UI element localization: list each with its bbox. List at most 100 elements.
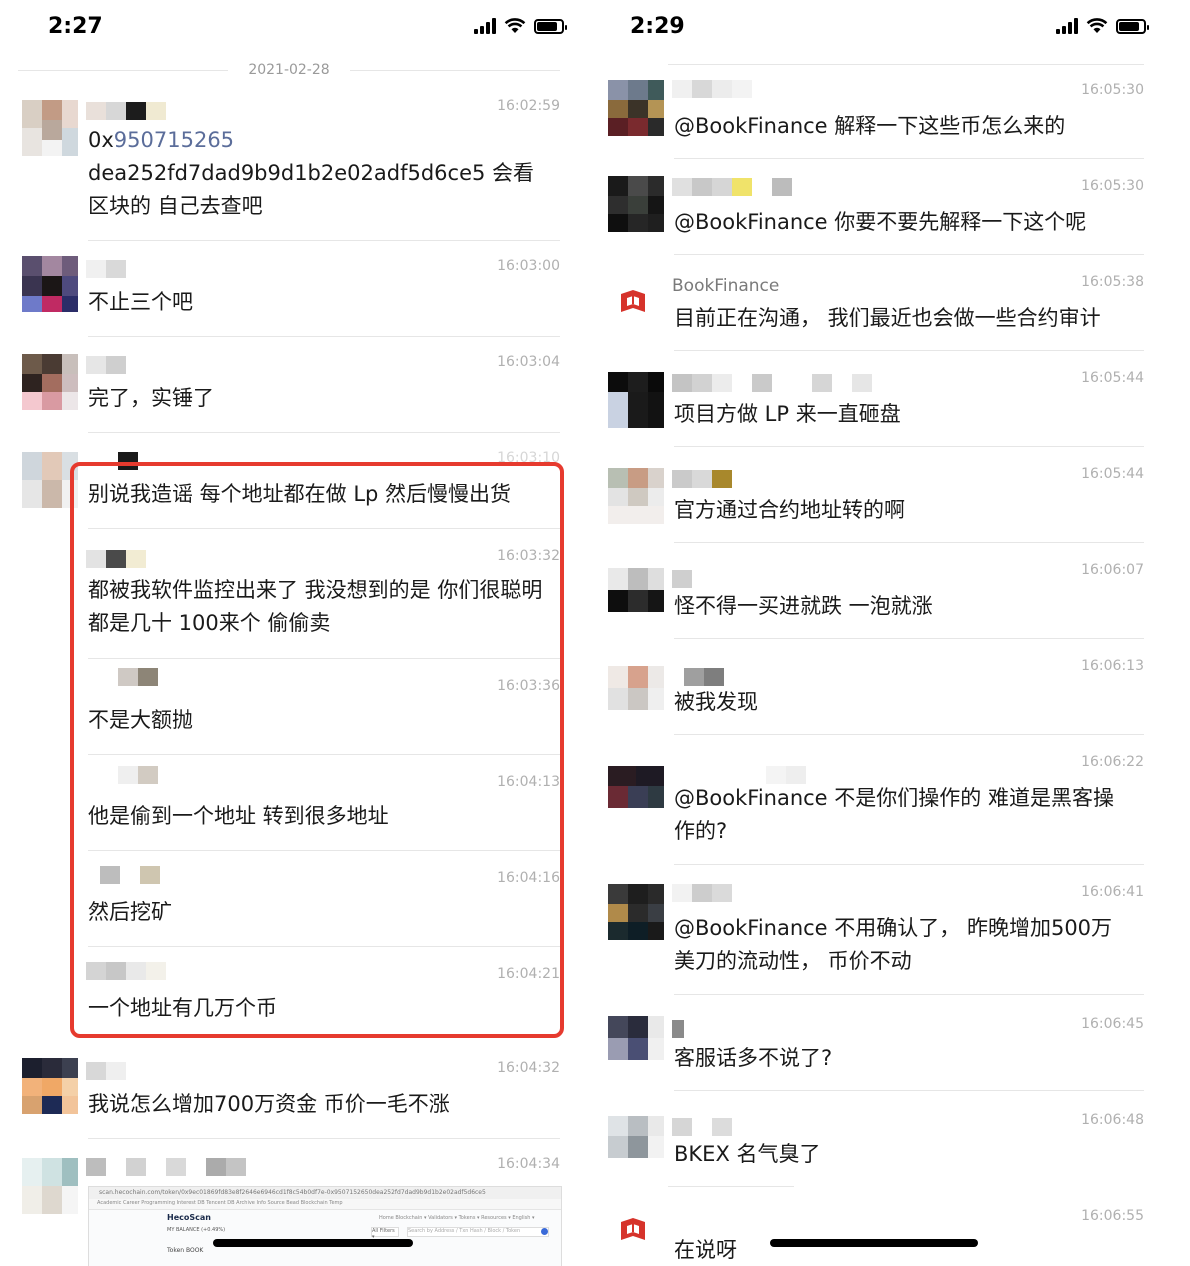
message-text: BKEX 名气臭了 xyxy=(674,1142,821,1166)
chat-message[interactable]: 16:06:13 被我发现 xyxy=(604,656,1144,736)
message-text: @BookFinance 解释一下这些币怎么来的 xyxy=(674,114,1066,138)
highlight-box xyxy=(70,462,564,1038)
chat-message[interactable]: 16:05:30 @BookFinance 解释一下这些币怎么来的 xyxy=(604,80,1144,160)
message-time: 16:03:00 xyxy=(497,258,560,274)
message-time: 16:06:55 xyxy=(1081,1208,1144,1224)
message-text: 完了，实锤了 xyxy=(88,386,214,410)
message-time: 16:06:48 xyxy=(1081,1112,1144,1128)
chat-message[interactable]: BookFinance 16:05:38 目前正在沟通， 我们最近也会做一些合约… xyxy=(604,272,1144,352)
status-icons xyxy=(474,18,567,34)
battery-icon xyxy=(1116,18,1149,34)
screenshot-search: Search by Address / Txn Hash / Block / T… xyxy=(407,1227,549,1237)
sender-name xyxy=(86,260,126,278)
message-time: 16:04:32 xyxy=(497,1060,560,1076)
avatar[interactable] xyxy=(608,1116,664,1158)
sender-name xyxy=(672,1020,684,1038)
chat-message[interactable]: 16:05:30 @BookFinance 你要不要先解释一下这个呢 xyxy=(604,176,1144,256)
date-label: 2021-02-28 xyxy=(248,62,330,78)
chat-message[interactable]: 16:02:59 0x950715265 dea252fd7dad9b9d1b2e… xyxy=(18,98,560,241)
sender-name xyxy=(672,1118,732,1136)
chat-message[interactable]: 16:06:55 在说呀 xyxy=(604,1206,1144,1266)
sender-name xyxy=(86,1158,246,1176)
bookfinance-logo-icon xyxy=(621,290,645,312)
signal-icon xyxy=(1056,18,1078,34)
message-text: 怪不得一买进就跌 一泡就涨 xyxy=(674,594,933,618)
screenshot-filter: All Filters ▾ xyxy=(371,1227,399,1240)
chat-message[interactable]: 16:04:32 我说怎么增加700万资金 币价一毛不涨 xyxy=(18,1058,560,1139)
signal-icon xyxy=(474,18,496,34)
screenshot-address-label: MY BALANCE (+0.49%) xyxy=(167,1227,226,1233)
chat-message[interactable]: 16:05:44 官方通过合约地址转的啊 xyxy=(604,464,1144,544)
message-text: 官方通过合约地址转的啊 xyxy=(674,498,905,522)
message-time: 16:05:38 xyxy=(1081,274,1144,290)
battery-icon xyxy=(534,18,567,34)
bookfinance-logo-icon xyxy=(621,1218,645,1240)
message-time: 16:05:44 xyxy=(1081,370,1144,386)
avatar[interactable] xyxy=(608,884,664,940)
message-time: 16:04:34 xyxy=(497,1156,560,1172)
message-time: 16:05:30 xyxy=(1081,178,1144,194)
sender-name xyxy=(672,884,732,902)
message-text: 被我发现 xyxy=(674,690,758,714)
left-chat-panel: 2:27 2021-02-28 16:02:59 0x950715265 dea2… xyxy=(18,0,578,1266)
sender-name xyxy=(672,570,692,588)
avatar[interactable] xyxy=(22,1158,78,1214)
chat-message[interactable]: 16:06:48 BKEX 名气臭了 xyxy=(604,1110,1144,1188)
avatar[interactable] xyxy=(22,256,78,312)
avatar[interactable] xyxy=(22,354,78,410)
message-text: 项目方做 LP 来一直砸盘 xyxy=(674,402,901,426)
message-time: 16:05:44 xyxy=(1081,466,1144,482)
search-icon xyxy=(541,1228,548,1235)
status-time: 2:29 xyxy=(630,14,685,39)
home-indicator[interactable] xyxy=(213,1239,413,1247)
avatar[interactable] xyxy=(22,1058,78,1114)
avatar[interactable] xyxy=(608,1206,664,1262)
avatar[interactable] xyxy=(608,468,664,524)
screenshot-image[interactable]: scan.hecochain.com/token/0x9ec01869fd83e… xyxy=(88,1186,562,1266)
chat-message[interactable]: 16:06:22 @BookFinance 不是你们操作的 难道是黑客操作的? xyxy=(604,752,1144,865)
sender-name xyxy=(86,102,166,120)
screenshot-url: scan.hecochain.com/token/0x9ec01869fd83e… xyxy=(99,1189,486,1196)
sender-name xyxy=(672,80,752,98)
avatar[interactable] xyxy=(608,766,664,808)
message-time: 16:06:45 xyxy=(1081,1016,1144,1032)
message-time: 16:02:59 xyxy=(497,98,560,114)
message-text: 我说怎么增加700万资金 币价一毛不涨 xyxy=(88,1092,450,1116)
chat-message[interactable]: 16:03:04 完了，实锤了 xyxy=(18,354,560,433)
message-text: @BookFinance 你要不要先解释一下这个呢 xyxy=(674,210,1087,234)
screenshot-bookmarks: Academic Career Programming Interest DB … xyxy=(97,1200,343,1206)
chat-message[interactable]: 16:03:00 不止三个吧 xyxy=(18,256,560,337)
wifi-icon xyxy=(1086,18,1108,33)
message-time: 16:06:07 xyxy=(1081,562,1144,578)
message-text: 0x950715265 dea252fd7dad9b9d1b2e02adf5d6c… xyxy=(88,128,535,218)
sender-name: BookFinance xyxy=(672,276,780,296)
message-time: 16:06:22 xyxy=(1081,754,1144,770)
sender-name xyxy=(672,374,872,392)
address-link[interactable]: 950715265 xyxy=(114,128,234,152)
right-chat-panel: 2:29 16:05:30 @BookFinance 解释一下这些币怎么来的 1… xyxy=(604,0,1164,1266)
home-indicator[interactable] xyxy=(770,1239,978,1247)
avatar[interactable] xyxy=(608,1016,664,1060)
message-text: 不止三个吧 xyxy=(88,290,193,314)
avatar[interactable] xyxy=(608,568,664,612)
avatar[interactable] xyxy=(608,80,664,136)
sender-name xyxy=(672,178,792,196)
avatar[interactable] xyxy=(608,272,664,328)
screenshot-token-label: Token BOOK xyxy=(167,1247,204,1254)
date-separator: 2021-02-28 xyxy=(18,62,560,78)
chat-message[interactable]: 16:06:41 @BookFinance 不用确认了， 昨晚增加500万美刀的… xyxy=(604,882,1144,995)
avatar[interactable] xyxy=(608,372,664,428)
status-time: 2:27 xyxy=(48,14,103,39)
screenshot-nav: Home Blockchain ▾ Validators ▾ Tokens ▾ … xyxy=(379,1215,535,1221)
chat-message[interactable]: 16:06:07 怪不得一买进就跌 一泡就涨 xyxy=(604,560,1144,640)
chat-message[interactable]: 16:05:44 项目方做 LP 来一直砸盘 xyxy=(604,368,1144,448)
avatar[interactable] xyxy=(608,666,664,710)
message-text: @BookFinance 不用确认了， 昨晚增加500万美刀的流动性， 币价不动 xyxy=(674,916,1113,973)
chat-message[interactable]: 16:06:45 客服话多不说了? xyxy=(604,1014,1144,1092)
message-time: 16:06:41 xyxy=(1081,884,1144,900)
sender-name xyxy=(684,668,724,686)
avatar[interactable] xyxy=(608,176,664,232)
avatar[interactable] xyxy=(22,100,78,156)
status-icons xyxy=(1056,18,1149,34)
hecoscan-logo: HecoScan xyxy=(167,1213,211,1222)
